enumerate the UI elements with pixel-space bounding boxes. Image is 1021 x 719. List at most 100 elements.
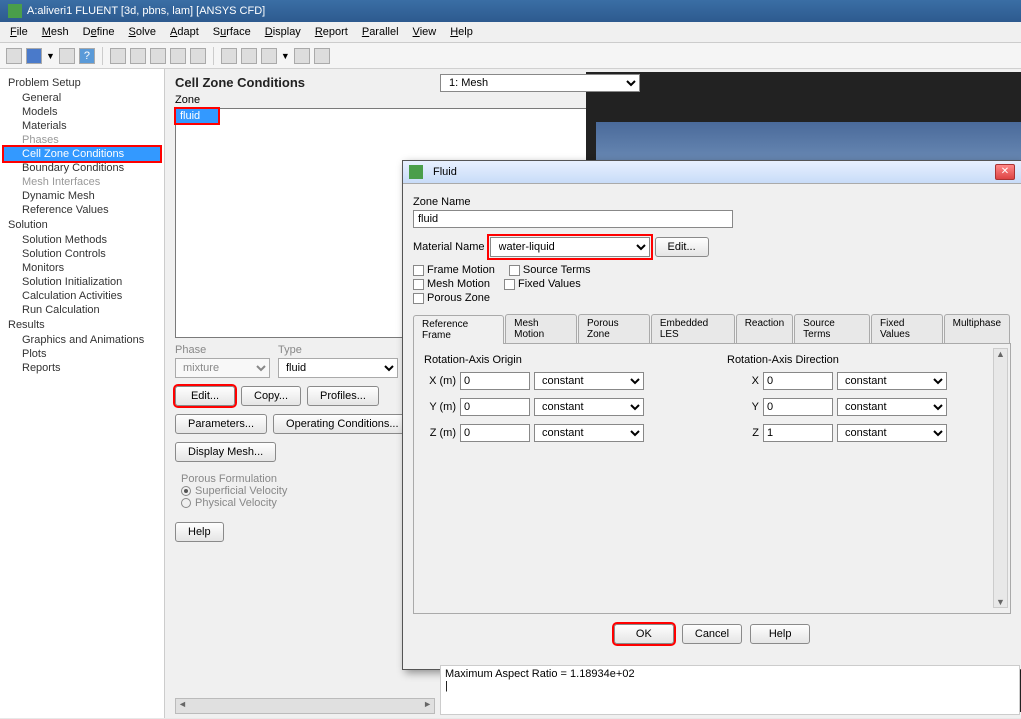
origin-y-type[interactable]: constant bbox=[534, 398, 644, 416]
save-icon[interactable] bbox=[26, 48, 42, 64]
tab-reaction[interactable]: Reaction bbox=[736, 314, 793, 343]
tree-dynamic-mesh[interactable]: Dynamic Mesh bbox=[4, 189, 160, 203]
zoom-fit-icon[interactable] bbox=[221, 48, 237, 64]
origin-z-type[interactable]: constant bbox=[534, 424, 644, 442]
dialog-titlebar[interactable]: Fluid ✕ bbox=[403, 161, 1021, 184]
parameters-button[interactable]: Parameters... bbox=[175, 414, 267, 434]
tree-graphics[interactable]: Graphics and Animations bbox=[4, 333, 160, 347]
tree-phases[interactable]: Phases bbox=[4, 133, 160, 147]
dialog-icon bbox=[409, 165, 423, 179]
material-select[interactable]: water-liquid bbox=[490, 237, 650, 257]
tab-fixed-values[interactable]: Fixed Values bbox=[871, 314, 943, 343]
tab-porous-zone[interactable]: Porous Zone bbox=[578, 314, 650, 343]
tree-monitors[interactable]: Monitors bbox=[4, 261, 160, 275]
menu-solve[interactable]: Solve bbox=[123, 24, 163, 40]
dir-z-type[interactable]: constant bbox=[837, 424, 947, 442]
menu-file[interactable]: File bbox=[4, 24, 34, 40]
open-icon[interactable] bbox=[6, 48, 22, 64]
tree-run-calc[interactable]: Run Calculation bbox=[4, 303, 160, 317]
menu-parallel[interactable]: Parallel bbox=[356, 24, 405, 40]
probe-icon[interactable] bbox=[190, 48, 206, 64]
tab-embedded-les[interactable]: Embedded LES bbox=[651, 314, 735, 343]
dir-x-type[interactable]: constant bbox=[837, 372, 947, 390]
help-button[interactable]: Help bbox=[175, 522, 224, 542]
tree-boundary[interactable]: Boundary Conditions bbox=[4, 161, 160, 175]
origin-z-input[interactable] bbox=[460, 424, 530, 442]
center-hscroll[interactable] bbox=[175, 698, 435, 714]
tree-calc-activities[interactable]: Calculation Activities bbox=[4, 289, 160, 303]
dir-x-input[interactable] bbox=[763, 372, 833, 390]
close-icon[interactable]: ✕ bbox=[995, 164, 1015, 180]
label-x: X bbox=[727, 375, 759, 387]
tab-multiphase[interactable]: Multiphase bbox=[944, 314, 1010, 343]
ok-button[interactable]: OK bbox=[614, 624, 674, 644]
tree-plots[interactable]: Plots bbox=[4, 347, 160, 361]
help-icon[interactable]: ? bbox=[79, 48, 95, 64]
arrange-icon[interactable] bbox=[314, 48, 330, 64]
origin-x-input[interactable] bbox=[460, 372, 530, 390]
profiles-button[interactable]: Profiles... bbox=[307, 386, 379, 406]
operating-button[interactable]: Operating Conditions... bbox=[273, 414, 412, 434]
dialog-title: Fluid bbox=[433, 166, 457, 178]
reset-icon[interactable] bbox=[294, 48, 310, 64]
tree-models[interactable]: Models bbox=[4, 105, 160, 119]
tree-cell-zone[interactable]: Cell Zone Conditions bbox=[4, 147, 160, 161]
menu-mesh[interactable]: Mesh bbox=[36, 24, 75, 40]
edit-button[interactable]: Edit... bbox=[175, 386, 235, 406]
material-edit-button[interactable]: Edit... bbox=[655, 237, 709, 257]
tree-mesh-interfaces[interactable]: Mesh Interfaces bbox=[4, 175, 160, 189]
layout-icon[interactable] bbox=[261, 48, 277, 64]
zoom-icon[interactable] bbox=[170, 48, 186, 64]
tab-source-terms[interactable]: Source Terms bbox=[794, 314, 870, 343]
chk-fixed-values[interactable]: Fixed Values bbox=[504, 278, 581, 290]
menu-display[interactable]: Display bbox=[259, 24, 307, 40]
tree-header-results[interactable]: Results bbox=[4, 317, 160, 333]
dialog-help-button[interactable]: Help bbox=[750, 624, 810, 644]
chk-frame-motion[interactable]: Frame Motion bbox=[413, 264, 495, 276]
pan-icon[interactable] bbox=[130, 48, 146, 64]
zone-name-input[interactable] bbox=[413, 210, 733, 228]
phase-select[interactable]: mixture bbox=[175, 358, 270, 378]
zone-name-label: Zone Name bbox=[413, 196, 1011, 208]
tree-materials[interactable]: Materials bbox=[4, 119, 160, 133]
tree-reference[interactable]: Reference Values bbox=[4, 203, 160, 217]
console[interactable]: Maximum Aspect Ratio = 1.18934e+02 | bbox=[440, 665, 1020, 715]
tree-solution-init[interactable]: Solution Initialization bbox=[4, 275, 160, 289]
dir-y-input[interactable] bbox=[763, 398, 833, 416]
tree-header-problem[interactable]: Problem Setup bbox=[4, 75, 160, 91]
tree-solution-methods[interactable]: Solution Methods bbox=[4, 233, 160, 247]
chk-porous-zone[interactable]: Porous Zone bbox=[413, 292, 490, 304]
origin-y-input[interactable] bbox=[460, 398, 530, 416]
menu-view[interactable]: View bbox=[407, 24, 443, 40]
camera-icon[interactable] bbox=[59, 48, 75, 64]
tree-solution-controls[interactable]: Solution Controls bbox=[4, 247, 160, 261]
pointer-icon[interactable] bbox=[110, 48, 126, 64]
tree-general[interactable]: General bbox=[4, 91, 160, 105]
toolbar: ▼ ? ▼ bbox=[0, 43, 1021, 69]
display-mesh-button[interactable]: Display Mesh... bbox=[175, 442, 276, 462]
menu-help[interactable]: Help bbox=[444, 24, 479, 40]
tab-mesh-motion[interactable]: Mesh Motion bbox=[505, 314, 577, 343]
dir-y-type[interactable]: constant bbox=[837, 398, 947, 416]
chk-mesh-motion[interactable]: Mesh Motion bbox=[413, 278, 490, 290]
copy-button[interactable]: Copy... bbox=[241, 386, 301, 406]
dir-z-input[interactable] bbox=[763, 424, 833, 442]
chk-source-terms[interactable]: Source Terms bbox=[509, 264, 591, 276]
type-select[interactable]: fluid bbox=[278, 358, 398, 378]
tree-header-solution[interactable]: Solution bbox=[4, 217, 160, 233]
axes-icon[interactable] bbox=[241, 48, 257, 64]
menu-adapt[interactable]: Adapt bbox=[164, 24, 205, 40]
tab-reference-frame[interactable]: Reference Frame bbox=[413, 315, 504, 344]
frame-scrollbar[interactable] bbox=[993, 348, 1008, 608]
menu-report[interactable]: Report bbox=[309, 24, 354, 40]
tree-panel: Problem Setup General Models Materials P… bbox=[0, 69, 165, 718]
window-title: A:aliveri1 FLUENT [3d, pbns, lam] [ANSYS… bbox=[27, 5, 265, 17]
menu-define[interactable]: Define bbox=[77, 24, 121, 40]
mesh-window-select[interactable]: 1: Mesh bbox=[440, 74, 640, 92]
tree-reports[interactable]: Reports bbox=[4, 361, 160, 375]
rotate-icon[interactable] bbox=[150, 48, 166, 64]
menu-surface[interactable]: Surface bbox=[207, 24, 257, 40]
cancel-button[interactable]: Cancel bbox=[682, 624, 742, 644]
origin-x-type[interactable]: constant bbox=[534, 372, 644, 390]
zone-item-fluid[interactable]: fluid bbox=[176, 109, 218, 123]
